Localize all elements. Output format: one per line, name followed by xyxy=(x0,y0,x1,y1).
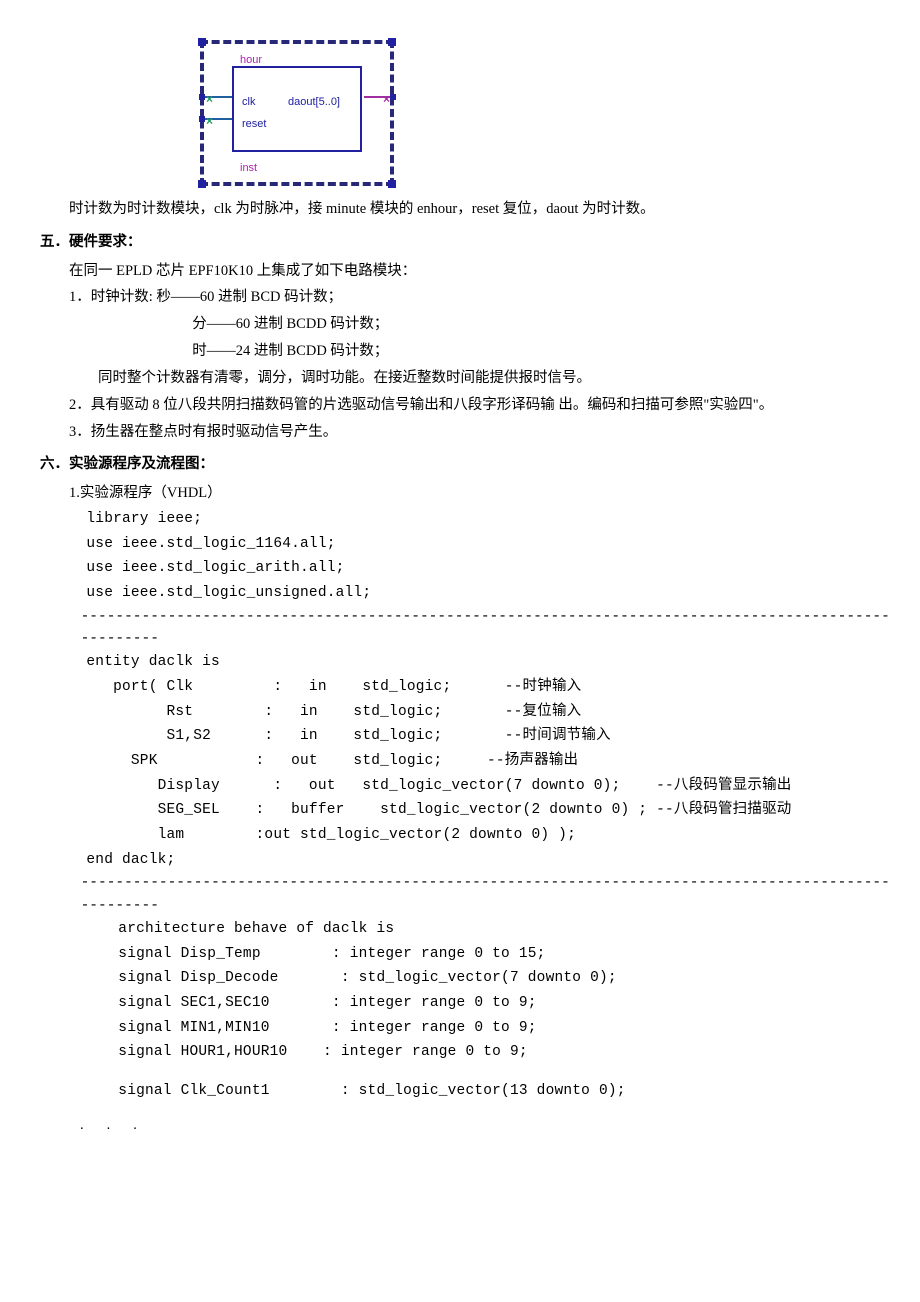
h5-item-1c: 时——24 进制 BCDD 码计数； xyxy=(192,338,890,365)
code-entity-4: S1,S2 : in std_logic; --时间调节输入 xyxy=(86,724,890,749)
code-entity-1: entity daclk is xyxy=(86,650,890,675)
code-lib4: use ieee.std_logic_unsigned.all; xyxy=(86,581,890,606)
code-arch-2: signal Disp_Temp : integer range 0 to 15… xyxy=(118,942,890,967)
diagram-port-clk: clk xyxy=(242,92,255,112)
heading-5: 五．硬件要求： xyxy=(40,229,890,256)
code-arch-1: architecture behave of daclk is xyxy=(118,917,890,942)
h5-item-1d: 同时整个计数器有清零，调分，调时功能。在接近整数时间能提供报时信号。 xyxy=(98,365,890,392)
block-diagram: × × × hour clk daout[5..0] reset inst xyxy=(200,40,890,186)
h6-subtitle: 1.实验源程序（VHDL） xyxy=(69,480,890,507)
code-entity-9: end daclk; xyxy=(86,848,890,873)
separator-2a: ----------------------------------------… xyxy=(81,872,890,894)
code-entity-8: lam :out std_logic_vector(2 downto 0) ); xyxy=(86,823,890,848)
code-arch-4: signal SEC1,SEC10 : integer range 0 to 9… xyxy=(118,991,890,1016)
h5-item-1b: 分——60 进制 BCDD 码计数； xyxy=(192,311,890,338)
code-lib3: use ieee.std_logic_arith.all; xyxy=(86,556,890,581)
separator-2b: --------- xyxy=(81,895,890,917)
code-entity-3: Rst : in std_logic; --复位输入 xyxy=(86,700,890,725)
code-entity-5: SPK : out std_logic; --扬声器输出 xyxy=(86,749,890,774)
code-entity-2: port( Clk : in std_logic; --时钟输入 xyxy=(86,675,890,700)
code-arch-6: signal HOUR1,HOUR10 : integer range 0 to… xyxy=(118,1040,890,1065)
code-entity-7: SEG_SEL : buffer std_logic_vector(2 down… xyxy=(86,798,890,823)
diagram-inst: inst xyxy=(240,158,257,178)
separator-1b: --------- xyxy=(81,628,890,650)
code-arch-3: signal Disp_Decode : std_logic_vector(7 … xyxy=(118,966,890,991)
code-lib2: use ieee.std_logic_1164.all; xyxy=(86,532,890,557)
h5-item-2: 2．具有驱动 8 位八段共阴扫描数码管的片选驱动信号输出和八段字形译码输 出。编… xyxy=(69,392,890,419)
paragraph-desc: 时计数为时计数模块，clk 为时脉冲，接 minute 模块的 enhour，r… xyxy=(40,196,890,223)
heading-6: 六．实验源程序及流程图： xyxy=(40,451,890,478)
footer-dots: ... xyxy=(79,1116,891,1136)
diagram-port-reset: reset xyxy=(242,114,266,134)
code-arch-5: signal MIN1,MIN10 : integer range 0 to 9… xyxy=(118,1016,890,1041)
separator-1a: ----------------------------------------… xyxy=(81,606,890,628)
diagram-title: hour xyxy=(240,50,262,70)
h5-intro: 在同一 EPLD 芯片 EPF10K10 上集成了如下电路模块： xyxy=(69,258,890,285)
code-arch-7: signal Clk_Count1 : std_logic_vector(13 … xyxy=(118,1079,890,1104)
code-lib1: library ieee; xyxy=(86,507,890,532)
diagram-port-daout: daout[5..0] xyxy=(288,92,340,112)
h5-item-3: 3．扬生器在整点时有报时驱动信号产生。 xyxy=(69,419,890,446)
h5-item-1: 1．时钟计数: 秒——60 进制 BCD 码计数； xyxy=(69,284,890,311)
code-entity-6: Display : out std_logic_vector(7 downto … xyxy=(86,774,890,799)
